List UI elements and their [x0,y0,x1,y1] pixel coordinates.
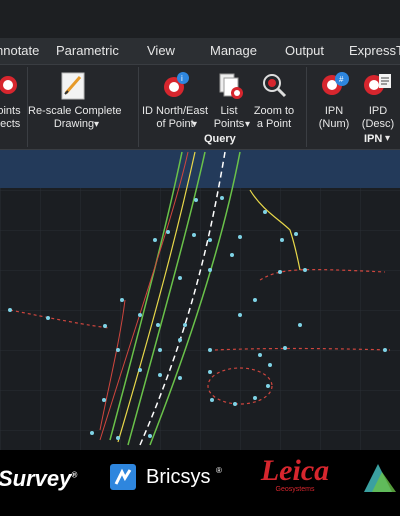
rescale-label: Re-scale Complete Drawing [28,105,122,130]
separator [306,67,307,147]
registered-mark: ® [71,470,78,480]
survey-logo-text: Survey [0,466,72,491]
partner-logo-icon [364,464,396,492]
tab-parametric[interactable]: Parametric [56,43,119,58]
chevron-down-icon[interactable]: ▾ [385,133,390,144]
ipn-icon: # [322,72,349,95]
ipn-label: IPN (Num) [318,105,350,130]
list-points-icon [219,73,243,99]
survey-logo: Survey® [0,466,77,492]
zoom-to-point-label: Zoom to a Point [253,105,295,130]
id-point-icon: i [164,72,189,97]
chevron-down-icon: ▾ [94,119,100,130]
tab-view[interactable]: View [147,43,175,58]
ribbon-panel: oints jects Re-scale Complete Drawing ▾ … [0,65,400,150]
svg-text:#: # [339,75,344,84]
tab-annotate[interactable]: nnotate [0,43,39,58]
ribbon-tab-bar: nnotate Parametric View Manage Output Ex… [0,38,400,65]
bricsys-icon [110,464,136,490]
panel-title-query: Query [204,133,236,145]
tab-output[interactable]: Output [285,43,324,58]
drawing-area [0,151,400,450]
leica-logo-text: Leica [260,454,330,487]
ipd-label: IPD (Desc) [361,105,395,130]
separator [138,67,139,147]
bricsys-logo-text: Bricsys [146,466,211,488]
panel-title-ipn: IPN [364,133,383,145]
chevron-down-icon: ▾ [245,119,251,130]
zoom-point-icon [263,74,287,98]
id-north-east-label: ID North/East of Point [141,105,209,130]
points-objects-label: oints jects [0,105,21,130]
drawing-canvas[interactable] [0,150,400,450]
footer-logos: Survey® Bricsys ® Leica Geosystems [0,450,400,516]
list-points-label: List Points [213,105,245,130]
points-icon [0,76,17,94]
tab-express-tools[interactable]: ExpressTo [349,43,400,58]
chevron-down-icon: ▾ [192,119,198,130]
rescale-drawing-icon [61,72,85,100]
ipd-icon [364,74,391,95]
leica-subtitle: Geosystems [275,486,315,493]
leica-logo: Leica Geosystems [260,454,330,494]
tab-manage[interactable]: Manage [210,43,257,58]
svg-text:i: i [181,74,183,83]
registered-mark: ® [216,466,222,475]
